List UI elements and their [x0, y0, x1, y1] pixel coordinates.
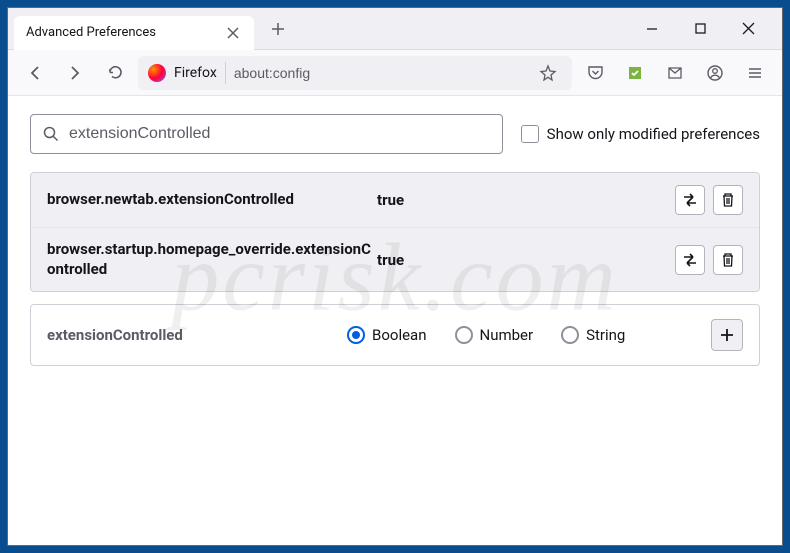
back-button[interactable] — [18, 56, 52, 90]
row-actions — [675, 245, 743, 275]
pocket-icon[interactable] — [578, 56, 612, 90]
delete-button[interactable] — [713, 185, 743, 215]
toggle-button[interactable] — [675, 245, 705, 275]
search-box[interactable] — [30, 114, 503, 154]
radio-label: String — [586, 326, 625, 344]
inbox-icon[interactable] — [658, 56, 692, 90]
pref-name: browser.startup.homepage_override.extens… — [47, 240, 377, 279]
radio-number[interactable]: Number — [455, 326, 534, 344]
bookmark-star-icon[interactable] — [534, 59, 562, 87]
url-bar[interactable]: Firefox — [138, 56, 572, 90]
close-window-button[interactable] — [730, 14, 766, 44]
maximize-button[interactable] — [682, 14, 718, 44]
toggle-button[interactable] — [675, 185, 705, 215]
row-actions — [675, 185, 743, 215]
radio-label: Boolean — [372, 326, 427, 344]
delete-button[interactable] — [713, 245, 743, 275]
navigation-toolbar: Firefox — [8, 50, 782, 96]
extension-icon[interactable] — [618, 56, 652, 90]
identity-label: Firefox — [174, 65, 217, 81]
pref-value: true — [377, 191, 675, 209]
search-input[interactable] — [69, 125, 490, 143]
divider — [225, 62, 226, 84]
menu-button[interactable] — [738, 56, 772, 90]
minimize-button[interactable] — [634, 14, 670, 44]
content-area: Show only modified preferences browser.n… — [8, 96, 782, 545]
titlebar: Advanced Preferences — [8, 8, 782, 50]
firefox-logo-icon — [148, 64, 166, 82]
new-tab-button[interactable] — [262, 13, 294, 45]
tab-title: Advanced Preferences — [26, 25, 224, 40]
preferences-table: browser.newtab.extensionControlled true … — [30, 172, 760, 292]
account-icon[interactable] — [698, 56, 732, 90]
modified-only-toggle[interactable]: Show only modified preferences — [521, 125, 760, 143]
search-row: Show only modified preferences — [30, 114, 760, 154]
search-icon — [43, 126, 59, 142]
radio-boolean[interactable]: Boolean — [347, 326, 427, 344]
new-pref-name: extensionControlled — [47, 326, 347, 344]
reload-button[interactable] — [98, 56, 132, 90]
radio-string[interactable]: String — [561, 326, 625, 344]
tab-active[interactable]: Advanced Preferences — [14, 16, 254, 50]
url-input[interactable] — [234, 65, 526, 81]
new-preference-row: extensionControlled Boolean Number Strin… — [30, 304, 760, 366]
table-row: browser.startup.homepage_override.extens… — [31, 228, 759, 291]
radio-icon — [455, 326, 473, 344]
type-radio-group: Boolean Number String — [347, 326, 711, 344]
browser-window: Advanced Preferences — [7, 7, 783, 546]
pref-name: browser.newtab.extensionControlled — [47, 190, 377, 210]
radio-label: Number — [480, 326, 534, 344]
radio-icon — [347, 326, 365, 344]
pref-value: true — [377, 251, 675, 269]
radio-icon — [561, 326, 579, 344]
close-icon[interactable] — [224, 24, 242, 42]
modified-only-label: Show only modified preferences — [547, 125, 760, 143]
forward-button[interactable] — [58, 56, 92, 90]
add-button[interactable] — [711, 319, 743, 351]
window-controls — [634, 14, 782, 44]
checkbox-icon[interactable] — [521, 125, 539, 143]
table-row: browser.newtab.extensionControlled true — [31, 173, 759, 228]
